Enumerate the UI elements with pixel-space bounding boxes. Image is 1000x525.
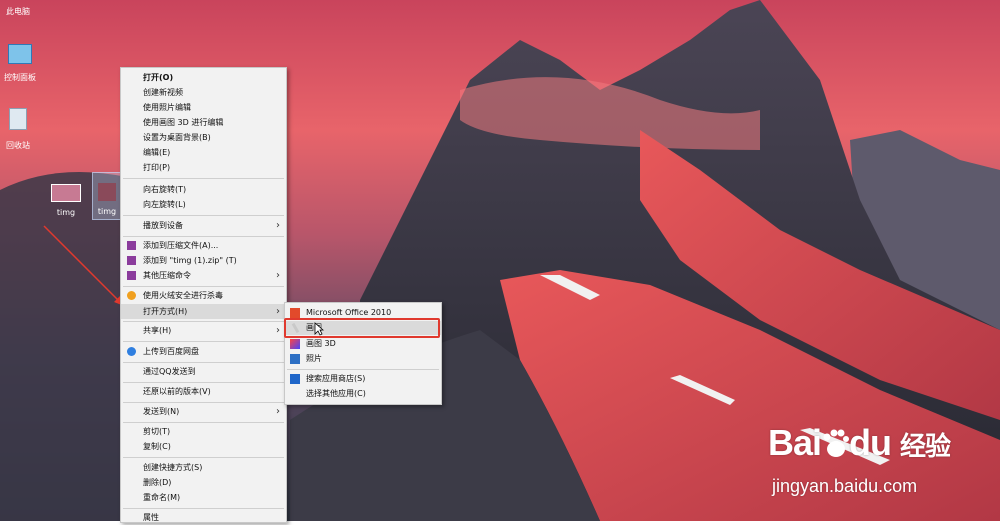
- huorong-shield-icon: [127, 291, 136, 300]
- baidu-paw-icon: [821, 426, 850, 457]
- menu-separator: [123, 341, 284, 342]
- desktop-icon-label: 回收站: [6, 141, 30, 150]
- menu-item-cut[interactable]: 剪切(T): [121, 424, 286, 439]
- image-thumbnail-icon: [98, 183, 116, 201]
- image-thumbnail-icon: [51, 184, 81, 202]
- desktop-icon-timg-1[interactable]: timg: [48, 184, 84, 217]
- baidu-jingyan-watermark: Bai du 经验 jingyan.baidu.com: [768, 414, 1000, 514]
- menu-separator: [123, 402, 284, 403]
- office-icon: [290, 308, 300, 318]
- menu-item-open-with[interactable]: 打开方式(H) ›: [121, 304, 286, 319]
- watermark-brand-cn: 经验: [900, 432, 951, 462]
- menu-item-add-to-archive[interactable]: 添加到压缩文件(A)...: [121, 238, 286, 253]
- chevron-right-icon: ›: [276, 220, 280, 231]
- menu-item-rotate-right[interactable]: 向右旋转(T): [121, 182, 286, 197]
- annotation-highlight-box: [284, 318, 440, 338]
- watermark-brand-latin: Bai: [768, 422, 822, 463]
- chevron-right-icon: ›: [276, 270, 280, 281]
- desktop-icon-this-pc[interactable]: 此电脑: [0, 6, 36, 17]
- menu-separator: [123, 236, 284, 237]
- menu-separator: [123, 362, 284, 363]
- control-panel-icon: [8, 44, 32, 64]
- menu-item-edit[interactable]: 编辑(E): [121, 145, 286, 160]
- desktop-icon-recycle-bin[interactable]: 回收站: [0, 108, 36, 151]
- menu-item-rotate-left[interactable]: 向左旋转(L): [121, 197, 286, 212]
- menu-item-add-to-zip[interactable]: 添加到 "timg (1).zip" (T): [121, 253, 286, 268]
- menu-item-edit-with-photos[interactable]: 使用照片编辑: [121, 100, 286, 115]
- chevron-right-icon: ›: [276, 325, 280, 336]
- menu-item-other-compress[interactable]: 其他压缩命令 ›: [121, 268, 286, 283]
- context-menu: 打开(O) 创建新视频 使用照片编辑 使用画图 3D 进行编辑 设置为桌面背景(…: [120, 67, 287, 523]
- menu-item-properties[interactable]: 属性: [121, 510, 286, 525]
- menu-item-print[interactable]: 打印(P): [121, 160, 286, 175]
- menu-separator: [123, 382, 284, 383]
- menu-separator: [123, 457, 284, 458]
- chevron-right-icon: ›: [276, 406, 280, 417]
- baidu-netdisk-icon: [127, 347, 136, 356]
- desktop-icon-label: timg: [97, 207, 117, 216]
- menu-separator: [123, 286, 284, 287]
- annotation-arrow: [43, 225, 124, 306]
- menu-item-restore-previous[interactable]: 还原以前的版本(V): [121, 384, 286, 399]
- menu-separator: [123, 215, 284, 216]
- desktop-icon-label: 控制面板: [4, 73, 36, 82]
- desktop-icon-label: timg: [56, 208, 76, 217]
- submenu-item-paint-3d[interactable]: 画图 3D: [285, 337, 441, 351]
- menu-item-share[interactable]: 共享(H) ›: [121, 323, 286, 338]
- submenu-item-photos[interactable]: 照片: [285, 352, 441, 366]
- desktop-icon-timg-2[interactable]: timg: [92, 172, 122, 220]
- recycle-bin-icon: [9, 108, 27, 130]
- menu-item-rename[interactable]: 重命名(M): [121, 490, 286, 505]
- store-icon: [290, 374, 300, 384]
- desktop-icon-control-panel[interactable]: 控制面板: [0, 44, 40, 83]
- menu-item-delete[interactable]: 删除(D): [121, 475, 286, 490]
- menu-item-edit-with-paint3d[interactable]: 使用画图 3D 进行编辑: [121, 115, 286, 130]
- menu-item-set-desktop-background[interactable]: 设置为桌面背景(B): [121, 130, 286, 145]
- menu-item-send-via-qq[interactable]: 通过QQ发送到: [121, 364, 286, 379]
- menu-item-copy[interactable]: 复制(C): [121, 439, 286, 454]
- winrar-icon: [127, 256, 136, 265]
- menu-separator: [123, 178, 284, 179]
- menu-separator: [123, 422, 284, 423]
- menu-separator: [123, 321, 284, 322]
- paint3d-icon: [290, 339, 300, 349]
- menu-item-send-to[interactable]: 发送到(N) ›: [121, 404, 286, 419]
- menu-item-upload-baidu[interactable]: 上传到百度网盘: [121, 344, 286, 359]
- chevron-right-icon: ›: [276, 306, 280, 317]
- desktop-icon-label: 此电脑: [6, 7, 30, 16]
- submenu-item-search-store[interactable]: 搜索应用商店(S): [285, 372, 441, 386]
- menu-item-create-video[interactable]: 创建新视频: [121, 85, 286, 100]
- menu-item-cast-to-device[interactable]: 播放到设备 ›: [121, 218, 286, 233]
- menu-item-huorong-scan[interactable]: 使用火绒安全进行杀毒: [121, 288, 286, 303]
- menu-item-open[interactable]: 打开(O): [121, 70, 286, 85]
- watermark-brand-suffix: du: [849, 422, 892, 463]
- winrar-icon: [127, 241, 136, 250]
- watermark-url: jingyan.baidu.com: [772, 476, 918, 496]
- menu-separator: [287, 369, 439, 370]
- menu-item-create-shortcut[interactable]: 创建快捷方式(S): [121, 460, 286, 475]
- photos-icon: [290, 354, 300, 364]
- menu-separator: [123, 508, 284, 509]
- winrar-icon: [127, 271, 136, 280]
- submenu-item-choose-other-app[interactable]: 选择其他应用(C): [285, 387, 441, 401]
- mouse-cursor-icon: [314, 322, 324, 336]
